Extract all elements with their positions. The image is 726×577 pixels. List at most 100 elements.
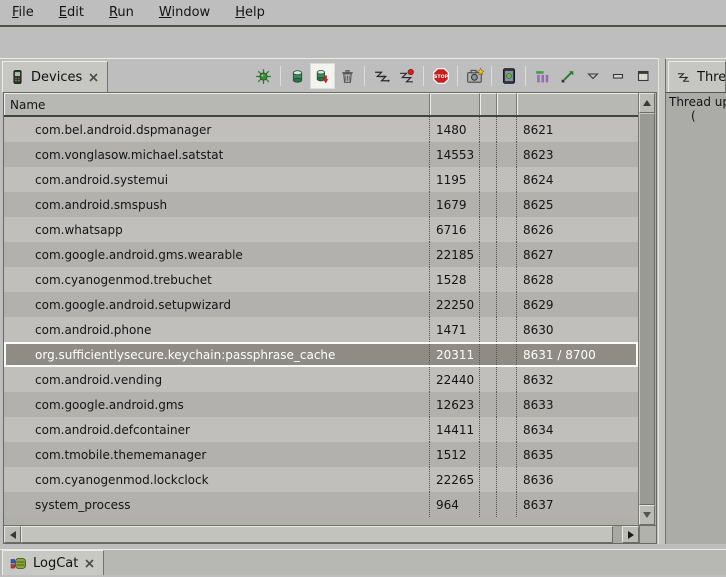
table-row[interactable]: com.android.vending 22440 8632 (4, 367, 638, 392)
process-name: com.android.defcontainer (4, 417, 430, 442)
screen-capture-icon[interactable] (462, 63, 487, 89)
process-port: 8621 (517, 117, 638, 142)
process-pid: 1471 (430, 317, 480, 342)
table-row[interactable]: com.cyanogenmod.lockclock 22265 8636 (4, 467, 638, 492)
heap-status-cell (480, 267, 497, 292)
process-port: 8628 (517, 267, 638, 292)
thread-status-cell (497, 467, 517, 492)
table-row[interactable]: org.sufficientlysecure.keychain:passphra… (4, 342, 638, 367)
process-name: org.sufficientlysecure.keychain:passphra… (4, 344, 430, 365)
toolbar-separator (491, 66, 492, 86)
close-icon[interactable] (88, 72, 99, 83)
process-name: com.cyanogenmod.lockclock (4, 467, 430, 492)
menu-item-file[interactable]: File (3, 2, 45, 24)
column-header-port[interactable] (517, 93, 638, 115)
panel-sash[interactable] (658, 58, 665, 544)
table-row[interactable]: com.android.systemui 1195 8624 (4, 167, 638, 192)
process-pid: 22265 (430, 467, 480, 492)
logcat-tabbar: LogCat (0, 549, 726, 575)
stop-process-icon[interactable]: STOP (428, 63, 453, 89)
scroll-right-button[interactable] (622, 526, 639, 543)
toolbar-separator (423, 66, 424, 86)
table-row[interactable]: com.android.defcontainer 14411 8634 (4, 417, 638, 442)
arrow-left-icon (10, 531, 16, 539)
thread-status-cell (497, 492, 517, 517)
column-header-threads[interactable] (497, 93, 517, 115)
table-row[interactable]: com.google.android.gms 12623 8633 (4, 392, 638, 417)
heap-status-cell (480, 492, 497, 517)
process-name: com.android.smspush (4, 192, 430, 217)
menu-bar: File Edit Run Window Help (0, 0, 726, 27)
table-row[interactable]: com.android.smspush 1679 8625 (4, 192, 638, 217)
tab-threads-label: Threa (697, 70, 726, 85)
process-port: 8625 (517, 192, 638, 217)
maximize-icon[interactable] (630, 63, 655, 89)
update-heap-icon[interactable] (285, 63, 310, 89)
column-header-heap[interactable] (480, 93, 497, 115)
arrow-right-icon (628, 531, 634, 539)
process-port: 8636 (517, 467, 638, 492)
heap-status-cell (480, 167, 497, 192)
process-name: com.google.android.gms.wearable (4, 242, 430, 267)
minimize-icon[interactable] (605, 63, 630, 89)
scroll-left-button[interactable] (4, 526, 21, 543)
dump-hprof-icon[interactable] (310, 63, 335, 89)
tab-logcat[interactable]: LogCat (2, 550, 104, 575)
close-icon[interactable] (84, 558, 95, 569)
process-pid: 6716 (430, 217, 480, 242)
table-row[interactable]: com.bel.android.dspmanager 1480 8621 (4, 117, 638, 142)
capture-systrace-icon[interactable] (530, 63, 555, 89)
tab-threads[interactable]: Threa (668, 61, 726, 92)
process-port: 8624 (517, 167, 638, 192)
process-pid: 22440 (430, 367, 480, 392)
tab-devices[interactable]: Devices (2, 61, 108, 92)
process-pid: 14553 (430, 142, 480, 167)
process-name: com.android.systemui (4, 167, 430, 192)
table-row[interactable]: system_process 964 8637 (4, 492, 638, 517)
table-row[interactable]: com.cyanogenmod.trebuchet 1528 8628 (4, 267, 638, 292)
process-pid: 1512 (430, 442, 480, 467)
menu-item-help[interactable]: Help (226, 2, 276, 24)
update-threads-icon[interactable] (369, 63, 394, 89)
horizontal-scrollbar-thumb[interactable] (21, 526, 613, 543)
toolbar-separator (280, 66, 281, 86)
debug-process-icon[interactable] (251, 63, 276, 89)
table-row[interactable]: com.vonglasow.michael.satstat 14553 8623 (4, 142, 638, 167)
logcat-icon (10, 556, 27, 571)
table-row[interactable]: com.google.android.setupwizard 22250 862… (4, 292, 638, 317)
column-header-name[interactable]: Name (4, 93, 430, 115)
horizontal-scrollbar[interactable] (4, 525, 656, 543)
tab-devices-label: Devices (31, 70, 82, 85)
heap-status-cell (480, 117, 497, 142)
start-opengl-trace-icon[interactable] (555, 63, 580, 89)
menu-item-edit[interactable]: Edit (50, 2, 95, 24)
table-row[interactable]: com.tmobile.thememanager 1512 8635 (4, 442, 638, 467)
start-method-profiling-icon[interactable] (394, 63, 419, 89)
process-pid: 964 (430, 492, 480, 517)
arrow-up-icon (643, 100, 651, 106)
threads-message-line1: Thread up (669, 95, 726, 109)
thread-status-cell (497, 217, 517, 242)
table-row[interactable]: com.google.android.gms.wearable 22185 86… (4, 242, 638, 267)
heap-status-cell (480, 417, 497, 442)
table-row[interactable]: com.whatsapp 6716 8626 (4, 217, 638, 242)
scroll-up-button[interactable] (639, 93, 655, 113)
toolbar-separator (525, 66, 526, 86)
dump-view-hierarchy-icon[interactable] (496, 63, 521, 89)
process-pid: 14411 (430, 417, 480, 442)
heap-status-cell (480, 367, 497, 392)
vertical-scrollbar-thumb[interactable] (639, 113, 655, 505)
thread-status-cell (497, 442, 517, 467)
menu-item-window[interactable]: Window (150, 2, 221, 24)
menu-item-run[interactable]: Run (100, 2, 145, 24)
vertical-scrollbar[interactable] (638, 93, 655, 525)
heap-status-cell (480, 192, 497, 217)
table-row[interactable]: com.android.phone 1471 8630 (4, 317, 638, 342)
horizontal-scrollbar-track[interactable] (613, 526, 622, 543)
heap-status-cell (480, 467, 497, 492)
arrow-down-icon (643, 512, 651, 518)
cause-gc-icon[interactable] (335, 63, 360, 89)
column-header-pid[interactable] (430, 93, 480, 115)
scroll-down-button[interactable] (639, 505, 655, 525)
view-menu-icon[interactable] (580, 63, 605, 89)
